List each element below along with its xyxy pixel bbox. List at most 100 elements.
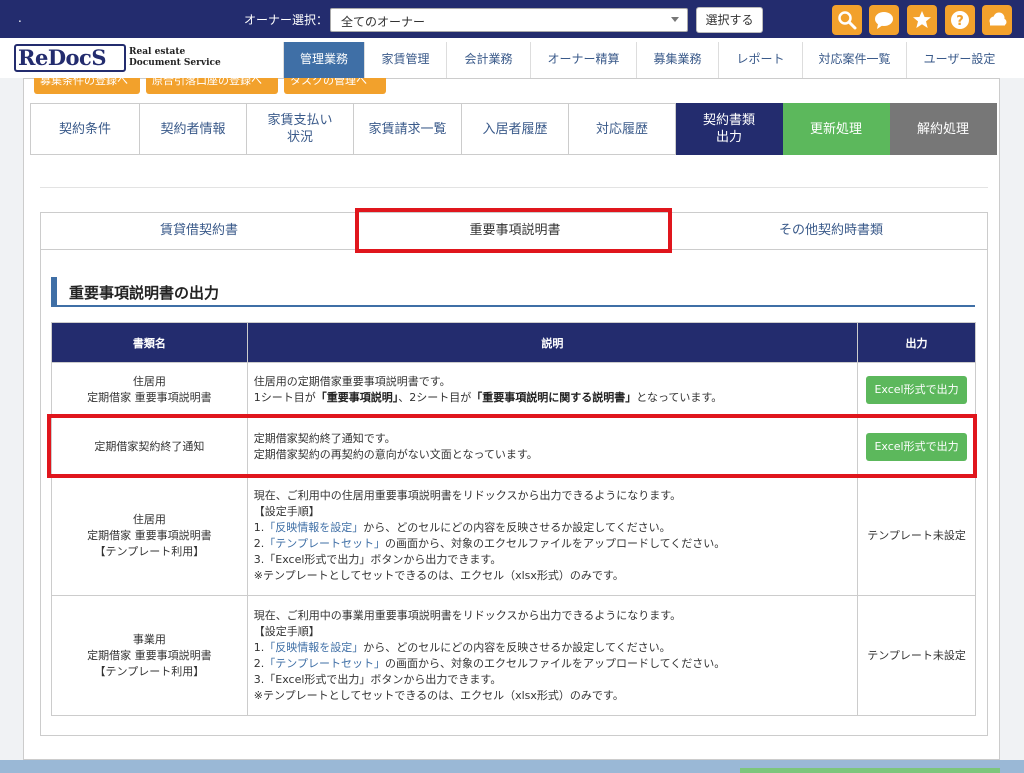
step-number: 1. <box>253 520 265 534</box>
doc-desc-cell: 現在、ご利用中の住居用重要事項説明書をリドックスから出力できるようになります。 … <box>246 475 859 596</box>
highlight-row-box <box>47 414 977 478</box>
nav-report[interactable]: レポート <box>718 42 802 78</box>
output-cell: テンプレート未設定 <box>857 595 976 716</box>
tab-koshin-label: 更新処理 <box>809 121 862 137</box>
highlight-subtab-box <box>355 208 672 253</box>
doc-name-line: 住居用 <box>132 512 166 526</box>
tab-yachin-seikyu[interactable]: 家賃請求一覧 <box>354 103 462 155</box>
tab-yachin-shiharai-label-1: 家賃支払い <box>267 113 333 128</box>
template-set-link[interactable]: 「テンプレートセット」 <box>264 537 385 550</box>
subtab-chintaishaku[interactable]: 賃貸借契約書 <box>41 213 357 249</box>
cloud-icon[interactable] <box>982 5 1012 35</box>
tab-nyukyosha-rireki[interactable]: 入居者履歴 <box>462 103 569 155</box>
doc-desc-cell: 現在、ご利用中の事業用重要事項説明書をリドックスから出力できるようになります。 … <box>246 595 859 716</box>
doc-desc-line: 3.「Excel形式で出力」ボタンから出力できます。 <box>253 552 502 566</box>
svg-text:?: ? <box>956 14 964 29</box>
doc-desc-cell: 住居用の定期借家重要事項説明書です。 1シート目が「重要事項説明」、2シート目が… <box>246 362 859 418</box>
desc-bold: 「重要事項説明に関する説明書」 <box>471 391 637 404</box>
desc-text: 、2シート目が <box>398 391 472 404</box>
tab-keiyaku-shorui-label-1: 契約書類 <box>702 113 755 128</box>
table-row: 住居用 定期借家 重要事項説明書 【テンプレート利用】 現在、ご利用中の住居用重… <box>51 475 976 596</box>
header-doc-name: 書類名 <box>51 322 248 363</box>
doc-desc-line: 現在、ご利用中の住居用重要事項説明書をリドックスから出力できるようになります。 <box>253 488 682 502</box>
main-nav: ReDocS Real estate Document Service 管理業務… <box>0 38 1024 78</box>
nav-taio-ichiran[interactable]: 対応案件一覧 <box>802 42 906 78</box>
tab-yachin-shiharai-label-2: 状況 <box>286 130 313 145</box>
doc-name-line: 定期借家 重要事項説明書 <box>87 528 212 542</box>
redocs-logo[interactable]: ReDocS Real estate Document Service <box>14 44 224 74</box>
header-output: 出力 <box>857 322 976 363</box>
nav-boshu[interactable]: 募集業務 <box>636 42 718 78</box>
subtab-sonota[interactable]: その他契約時書類 <box>673 213 989 249</box>
logo-subtitle-line-2: Document Service <box>129 58 221 68</box>
logo-subtitle: Real estate Document Service <box>129 47 221 69</box>
tab-keiyakusha-label: 契約者情報 <box>160 121 226 137</box>
tab-koshin[interactable]: 更新処理 <box>783 103 890 155</box>
doc-name-cell: 住居用 定期借家 重要事項説明書 <box>51 362 248 418</box>
logo-subtitle-line-1: Real estate <box>129 47 186 57</box>
section-title: 重要事項説明書の出力 <box>69 284 220 302</box>
doc-name-cell: 住居用 定期借家 重要事項説明書 【テンプレート利用】 <box>51 475 248 596</box>
tab-keiyaku-shorui-label-2: 出力 <box>715 130 742 145</box>
owner-select[interactable]: 全てのオーナー <box>330 8 688 32</box>
footer-green-bar <box>740 768 1000 773</box>
help-icon[interactable]: ? <box>945 5 975 35</box>
nav-user-settings[interactable]: ユーザー設定 <box>906 42 1012 78</box>
section-header: 重要事項説明書の出力 <box>51 277 975 307</box>
top-bar: . オーナー選択： 全てのオーナー 選択する ? <box>0 0 1024 38</box>
doc-name-line: 定期借家 重要事項説明書 <box>87 391 212 404</box>
tab-keiyakusha[interactable]: 契約者情報 <box>140 103 247 155</box>
doc-name-line: 事業用 <box>132 632 166 646</box>
doc-name-line: 【テンプレート利用】 <box>94 664 205 678</box>
doc-desc-line: 1シート目が「重要事項説明」、2シート目が「重要事項説明に関する説明書」となって… <box>254 390 851 406</box>
doc-desc-line: 住居用の定期借家重要事項説明書です。 <box>253 375 451 388</box>
reflect-settings-link[interactable]: 「反映情報を設定」 <box>264 641 363 654</box>
register-account-button[interactable]: 原合引落口座の登録へ <box>146 78 278 94</box>
header-description: 説明 <box>246 322 859 363</box>
desc-text: 1シート目が <box>253 391 316 404</box>
nav-kanri[interactable]: 管理業務 <box>283 42 364 78</box>
divider <box>40 187 988 188</box>
output-cell: Excel形式で出力 <box>857 362 976 418</box>
tab-yachin-seikyu-label: 家賃請求一覧 <box>368 121 447 137</box>
step-number: 1. <box>253 640 265 654</box>
chat-icon[interactable] <box>869 5 899 35</box>
step-text: から、どのセルにどの内容を反映させるか設定してください。 <box>363 640 671 654</box>
tab-taio-rireki[interactable]: 対応履歴 <box>569 103 676 155</box>
step-text: の画面から、対象のエクセルファイルをアップロードしてください。 <box>384 656 726 670</box>
doc-desc-line: 【設定手順】 <box>253 624 320 638</box>
tab-yachin-shiharai[interactable]: 家賃支払い 状況 <box>247 103 354 155</box>
doc-name-line: 【テンプレート利用】 <box>94 544 205 558</box>
task-manage-button[interactable]: タスクの管理へ <box>284 78 386 94</box>
step-text: の画面から、対象のエクセルファイルをアップロードしてください。 <box>384 536 726 550</box>
tab-kaiyaku-label: 解約処理 <box>916 121 969 137</box>
doc-name-cell: 事業用 定期借家 重要事項説明書 【テンプレート利用】 <box>51 595 248 716</box>
star-icon[interactable] <box>907 5 937 35</box>
section-accent-bar <box>51 277 57 307</box>
nav-yachin[interactable]: 家賃管理 <box>364 42 446 78</box>
register-boshu-button[interactable]: 募集条件の登録へ <box>34 78 140 94</box>
doc-name-line: 住居用 <box>132 375 166 388</box>
doc-desc-line: 【設定手順】 <box>253 504 320 518</box>
step-number: 2. <box>253 656 265 670</box>
nav-owner-seisan[interactable]: オーナー精算 <box>530 42 636 78</box>
excel-export-button[interactable]: Excel形式で出力 <box>866 376 967 404</box>
tab-keiyaku-joken-label: 契約条件 <box>58 121 111 137</box>
search-icon[interactable] <box>832 5 862 35</box>
logo-main-text: ReDocS <box>18 45 106 70</box>
tab-keiyaku-shorui[interactable]: 契約書類 出力 <box>676 103 783 155</box>
doc-desc-line: 現在、ご利用中の事業用重要事項説明書をリドックスから出力できるようになります。 <box>253 608 682 622</box>
desc-bold: 「重要事項説明」 <box>315 391 399 404</box>
template-set-link[interactable]: 「テンプレートセット」 <box>264 657 385 670</box>
table-row: 住居用 定期借家 重要事項説明書 住居用の定期借家重要事項説明書です。 1シート… <box>51 362 976 418</box>
reflect-settings-link[interactable]: 「反映情報を設定」 <box>264 521 363 534</box>
tab-keiyaku-joken[interactable]: 契約条件 <box>30 103 140 155</box>
chevron-down-icon <box>671 17 679 22</box>
nav-kaikei[interactable]: 会計業務 <box>446 42 530 78</box>
tab-kaiyaku[interactable]: 解約処理 <box>890 103 997 155</box>
select-owner-button[interactable]: 選択する <box>696 7 763 33</box>
doc-desc-line: 2.「テンプレートセット」の画面から、対象のエクセルファイルをアップロードしてく… <box>254 536 851 552</box>
doc-desc-line: 2.「テンプレートセット」の画面から、対象のエクセルファイルをアップロードしてく… <box>254 656 851 672</box>
owner-select-value: 全てのオーナー <box>341 15 426 29</box>
top-bar-dot: . <box>18 11 22 25</box>
